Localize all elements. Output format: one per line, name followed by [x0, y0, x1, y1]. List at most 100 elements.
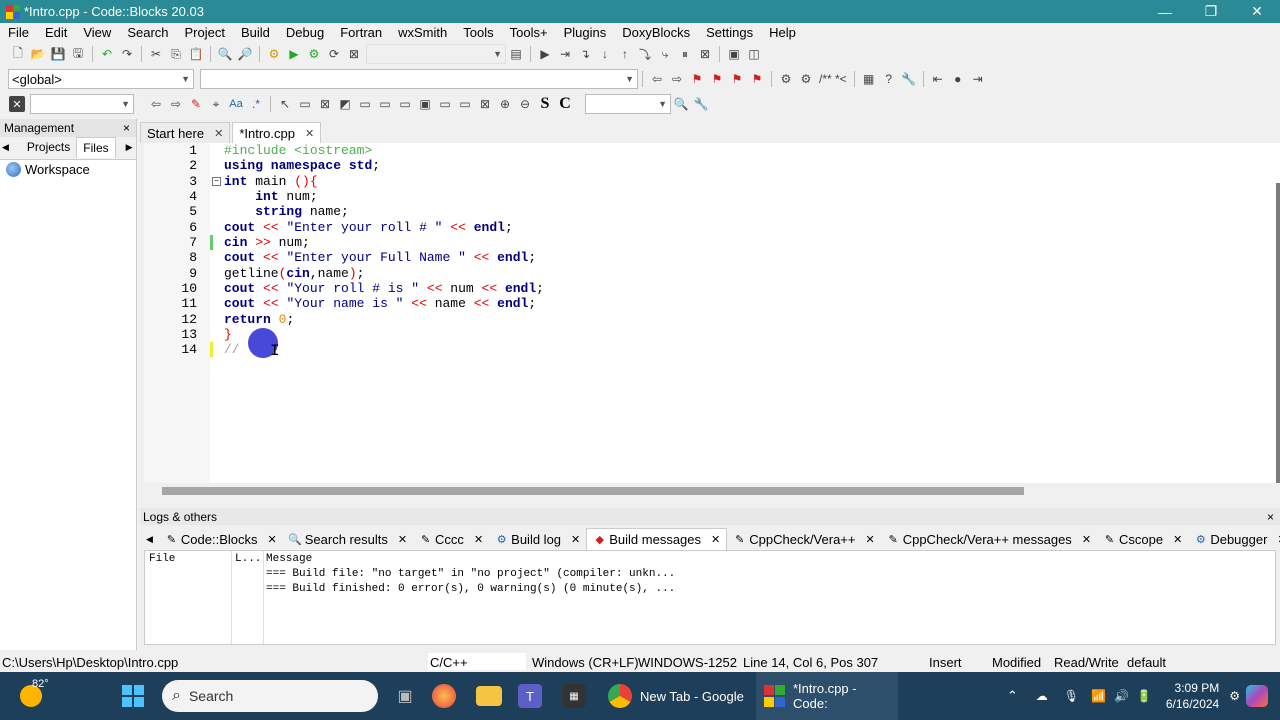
run-icon[interactable]: ▶: [285, 45, 303, 63]
doxy-config-icon[interactable]: 🔧: [900, 70, 918, 88]
tab-debugger[interactable]: ⚙Debugger✕: [1188, 528, 1280, 550]
debug-windows-icon[interactable]: ▣: [725, 45, 743, 63]
settings-icon[interactable]: ⚙: [1229, 689, 1240, 703]
menu-tools-plus[interactable]: Tools+: [502, 23, 556, 43]
tab-scroll-right-icon[interactable]: ▶: [124, 142, 135, 153]
bookmark-next-icon[interactable]: ⚑: [728, 70, 746, 88]
menu-view[interactable]: View: [75, 23, 119, 43]
menu-project[interactable]: Project: [177, 23, 233, 43]
column-header-line[interactable]: L...: [235, 553, 261, 565]
workspace-item[interactable]: Workspace: [0, 160, 136, 179]
record-icon[interactable]: ●: [949, 70, 967, 88]
taskbar-app-chrome[interactable]: New Tab - Google: [608, 672, 744, 720]
doxy-extract-icon[interactable]: ⚙: [777, 70, 795, 88]
next-instruction-icon[interactable]: ⤵: [636, 45, 654, 63]
regex-icon[interactable]: .*: [247, 95, 265, 113]
close-icon[interactable]: ✕: [474, 533, 483, 546]
tab-scroll-left-icon[interactable]: ◀: [140, 534, 159, 545]
menu-doxyblocks[interactable]: DoxyBlocks: [614, 23, 698, 43]
last-icon[interactable]: ⇥: [969, 70, 987, 88]
close-icon[interactable]: ✕: [305, 127, 314, 140]
close-icon[interactable]: ✕: [214, 127, 223, 140]
next-line-icon[interactable]: ↴: [576, 45, 594, 63]
search-next-icon[interactable]: ⇨: [167, 95, 185, 113]
menu-tools[interactable]: Tools: [455, 23, 501, 43]
copilot-icon[interactable]: [1246, 685, 1268, 707]
comment-block-icon[interactable]: /** *<: [817, 70, 849, 88]
tab-cppcheck[interactable]: ✎ CppCheck/Vera++ ✕: [727, 528, 880, 550]
diag-box-icon[interactable]: ◩: [336, 95, 354, 113]
menu-help[interactable]: Help: [761, 23, 804, 43]
file-explorer-icon[interactable]: [476, 686, 502, 706]
list-item[interactable]: === Build finished: 0 error(s), 0 warnin…: [266, 583, 675, 595]
close-button[interactable]: ✕: [1234, 0, 1280, 23]
tab-search-results[interactable]: 🔍 Search results ✕: [283, 528, 413, 550]
save-all-icon[interactable]: 🖫: [69, 45, 87, 63]
zoom-in-icon[interactable]: ⊕: [496, 95, 514, 113]
tab-cppcheck-messages[interactable]: ✎ CppCheck/Vera++ messages ✕: [881, 528, 1097, 550]
menu-fortran[interactable]: Fortran: [332, 23, 390, 43]
debug-info-icon[interactable]: ◫: [745, 45, 763, 63]
bookmark-prev-icon[interactable]: ⚑: [708, 70, 726, 88]
first-icon[interactable]: ⇤: [929, 70, 947, 88]
column-header-file[interactable]: File: [149, 553, 175, 565]
close-icon[interactable]: ✕: [865, 533, 874, 546]
tab-files[interactable]: Files: [76, 136, 116, 158]
microphone-icon[interactable]: 🎙: [1064, 689, 1079, 703]
zoom-out-icon[interactable]: ⊖: [516, 95, 534, 113]
run-to-cursor-icon[interactable]: ⇥: [556, 45, 574, 63]
step-out-icon[interactable]: ↑: [616, 45, 634, 63]
cloud-icon[interactable]: ☁: [1036, 689, 1048, 703]
close-icon[interactable]: ×: [123, 121, 130, 135]
find-options-icon[interactable]: 🔧: [692, 95, 710, 113]
volume-icon[interactable]: 🔊: [1114, 689, 1129, 703]
target-options-icon[interactable]: ▤: [507, 45, 525, 63]
minimize-button[interactable]: —: [1142, 0, 1188, 23]
close-icon[interactable]: ✕: [571, 533, 580, 546]
wifi-icon[interactable]: 📶: [1091, 689, 1106, 703]
weather-widget[interactable]: 82°: [20, 672, 49, 720]
teams-icon[interactable]: T: [518, 684, 542, 708]
start-button[interactable]: [122, 672, 144, 720]
cut-icon[interactable]: ✂: [147, 45, 165, 63]
build-messages-list[interactable]: File L... Message === Build file: "no ta…: [144, 550, 1276, 645]
tab-build-log[interactable]: ⚙ Build log ✕: [489, 528, 586, 550]
open-file-icon[interactable]: 📂: [29, 45, 47, 63]
redo-icon[interactable]: ↷: [118, 45, 136, 63]
scrollbar-thumb[interactable]: [162, 487, 1024, 495]
stop-debug-icon[interactable]: ⊠: [696, 45, 714, 63]
close-icon[interactable]: ✕: [711, 533, 720, 546]
chevron-up-icon[interactable]: ⌃: [1007, 688, 1018, 704]
taskbar-app-codeblocks[interactable]: *Intro.cpp - Code:: [756, 672, 898, 720]
shape-3-icon[interactable]: ⊠: [476, 95, 494, 113]
s-button[interactable]: S: [536, 95, 554, 113]
shape-1-icon[interactable]: ▭: [436, 95, 454, 113]
tab-scroll-left-icon[interactable]: ◀: [0, 142, 11, 153]
fold-toggle-icon[interactable]: −: [212, 177, 221, 186]
cross-box-icon[interactable]: ⊠: [316, 95, 334, 113]
shape-2-icon[interactable]: ▭: [456, 95, 474, 113]
block-3-icon[interactable]: ▭: [396, 95, 414, 113]
taskbar-search[interactable]: ⌕ Search: [162, 680, 378, 712]
doxy-run-icon[interactable]: ⚙: [797, 70, 815, 88]
c-button[interactable]: C: [556, 95, 574, 113]
menu-wxsmith[interactable]: wxSmith: [390, 23, 455, 43]
maximize-button[interactable]: ❐: [1188, 0, 1234, 23]
code-editor[interactable]: 1 #include <iostream> 2 using namespace st…: [144, 143, 1280, 499]
block-1-icon[interactable]: ▭: [356, 95, 374, 113]
battery-icon[interactable]: 🔋: [1137, 689, 1152, 703]
doxy-help-icon[interactable]: ?: [880, 70, 898, 88]
copy-icon[interactable]: ⎘: [167, 45, 185, 63]
menu-debug[interactable]: Debug: [278, 23, 332, 43]
pointer-icon[interactable]: ↖: [276, 95, 294, 113]
firefox-icon[interactable]: [432, 684, 456, 708]
pause-icon[interactable]: ⏸: [676, 45, 694, 63]
menu-settings[interactable]: Settings: [698, 23, 761, 43]
bookmark-clear-icon[interactable]: ⚑: [748, 70, 766, 88]
tab-projects[interactable]: Projects: [21, 137, 76, 157]
menu-search[interactable]: Search: [119, 23, 176, 43]
close-icon[interactable]: ✕: [1082, 533, 1091, 546]
doxy-html-icon[interactable]: ▦: [860, 70, 878, 88]
replace-icon[interactable]: 🔎: [236, 45, 254, 63]
menu-file[interactable]: File: [0, 23, 37, 43]
